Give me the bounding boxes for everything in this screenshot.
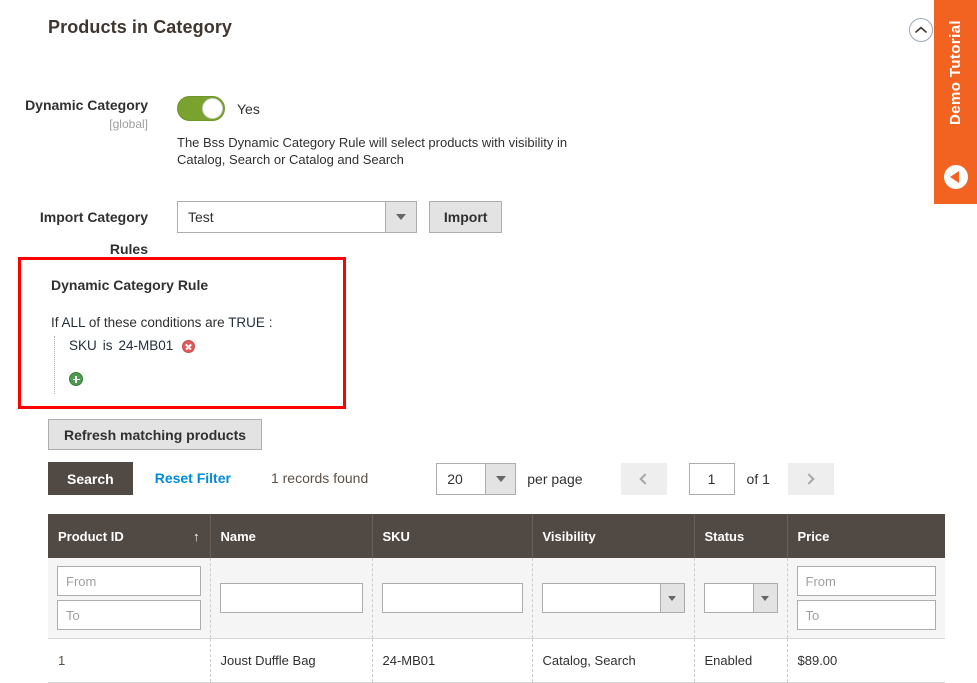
dynamic-category-rule-box: Dynamic Category Rule If ALL of these co… [18, 257, 346, 409]
import-rules-select[interactable]: Test [177, 201, 417, 233]
column-header-price[interactable]: Price [787, 514, 945, 558]
conditions-middle: of these conditions are [88, 315, 225, 330]
add-circle-icon[interactable] [69, 372, 83, 386]
search-button[interactable]: Search [48, 462, 133, 495]
chevron-right-icon [803, 472, 816, 485]
cell-visibility: Catalog, Search [532, 638, 695, 683]
toggle-knob [202, 98, 223, 119]
rule-condition-row: SKU is 24-MB01 [69, 336, 343, 356]
condition-attribute-link[interactable]: SKU [69, 336, 97, 356]
per-page-value: 20 [447, 470, 463, 487]
import-category-rules-control: Test Import [177, 201, 503, 233]
filter-visibility-value [543, 584, 660, 612]
dynamic-category-row: Dynamic Category [global] Yes The Bss Dy… [8, 96, 617, 168]
page-number-input[interactable] [688, 462, 735, 495]
refresh-matching-products-button[interactable]: Refresh matching products [48, 419, 263, 450]
filter-price-to[interactable] [796, 600, 936, 630]
cell-sku: 24-MB01 [372, 638, 533, 683]
chevron-down-icon [752, 584, 777, 612]
dynamic-category-help-text: The Bss Dynamic Category Rule will selec… [177, 135, 568, 167]
records-found-label: 1 records found [270, 470, 369, 486]
filter-cell-price [787, 558, 945, 639]
chevron-left-icon [639, 472, 651, 485]
import-rules-selected-value: Test [188, 209, 214, 225]
cell-name: Joust Duffle Bag [210, 638, 373, 683]
dynamic-category-rule-title: Dynamic Category Rule [51, 277, 209, 293]
column-header-status[interactable]: Status [694, 514, 788, 558]
chevron-up-icon [915, 26, 927, 34]
remove-circle-icon[interactable] [182, 339, 196, 353]
cell-status: Enabled [694, 638, 788, 683]
filter-cell-status [694, 558, 788, 639]
import-category-rules-row: Import Category Rules Test Import [8, 201, 503, 265]
grid-filter-row [48, 558, 945, 639]
dynamic-category-label: Dynamic Category [global] [8, 96, 148, 168]
cell-product-id: 1 [48, 638, 211, 683]
filter-status-value [705, 584, 753, 612]
column-header-product-id[interactable]: Product ID ↑ [48, 514, 211, 558]
import-button[interactable]: Import [428, 201, 503, 233]
table-row[interactable]: 1 Joust Duffle Bag 24-MB01 Catalog, Sear… [48, 638, 945, 683]
filter-product-id-to[interactable] [57, 600, 201, 630]
dynamic-category-toggle-wrap: Yes [177, 96, 617, 121]
filter-price-from[interactable] [796, 566, 936, 596]
chevron-down-icon [485, 463, 516, 494]
total-pages-label: of 1 [746, 470, 770, 487]
pagination-controls: 20 per page of 1 [436, 462, 834, 495]
page-title: Products in Category [48, 17, 233, 37]
filter-name-input[interactable] [219, 583, 363, 613]
demo-tutorial-label: Demo Tutorial [947, 20, 964, 125]
cell-price: $89.00 [787, 638, 945, 683]
dynamic-category-toggle[interactable] [177, 96, 225, 121]
reset-filter-link[interactable]: Reset Filter [155, 462, 231, 495]
condition-value-link[interactable]: 24-MB01 [119, 336, 174, 356]
filter-status-select[interactable] [703, 583, 778, 613]
sort-ascending-icon: ↑ [193, 528, 200, 544]
products-grid: Product ID ↑ Name SKU Visibility Status … [48, 514, 945, 683]
column-header-product-id-label: Product ID [58, 528, 124, 544]
dynamic-category-control: Yes The Bss Dynamic Category Rule will s… [177, 96, 617, 168]
dynamic-category-scope: [global] [109, 117, 148, 131]
filter-cell-product-id [48, 558, 211, 639]
conditions-prefix: If [51, 315, 59, 330]
next-page-button[interactable] [787, 462, 834, 495]
chevron-down-icon [659, 584, 684, 612]
demo-tutorial-tab[interactable]: Demo Tutorial [934, 0, 977, 204]
grid-toolbar: Search Reset Filter 1 records found 20 p… [48, 462, 945, 496]
dynamic-category-label-text: Dynamic Category [25, 97, 148, 113]
rule-aggregator-link[interactable]: ALL [62, 315, 86, 330]
collapse-section-button[interactable] [909, 18, 933, 42]
filter-visibility-select[interactable] [541, 583, 685, 613]
rule-condition-list: SKU is 24-MB01 [54, 336, 343, 394]
per-page-select[interactable]: 20 [436, 462, 517, 495]
import-category-rules-label: Import Category Rules [39, 209, 148, 257]
conditions-suffix: : [268, 315, 273, 330]
filter-cell-name [210, 558, 373, 639]
column-header-visibility[interactable]: Visibility [532, 514, 695, 558]
filter-cell-visibility [532, 558, 695, 639]
filter-cell-sku [372, 558, 533, 639]
column-header-sku[interactable]: SKU [372, 514, 533, 558]
column-header-name[interactable]: Name [210, 514, 373, 558]
rule-value-flag-link[interactable]: TRUE [228, 315, 265, 330]
circle-left-arrow-icon[interactable] [943, 165, 968, 189]
dynamic-category-toggle-value: Yes [237, 100, 260, 117]
previous-page-button[interactable] [620, 462, 667, 495]
per-page-label: per page [527, 470, 583, 487]
condition-operator-link[interactable]: is [103, 336, 113, 356]
filter-sku-input[interactable] [381, 583, 523, 613]
chevron-down-icon [385, 202, 416, 232]
filter-product-id-from[interactable] [57, 566, 201, 596]
rule-conditions-header: If ALL of these conditions are TRUE : [51, 315, 343, 330]
grid-header-row: Product ID ↑ Name SKU Visibility Status … [48, 514, 945, 558]
